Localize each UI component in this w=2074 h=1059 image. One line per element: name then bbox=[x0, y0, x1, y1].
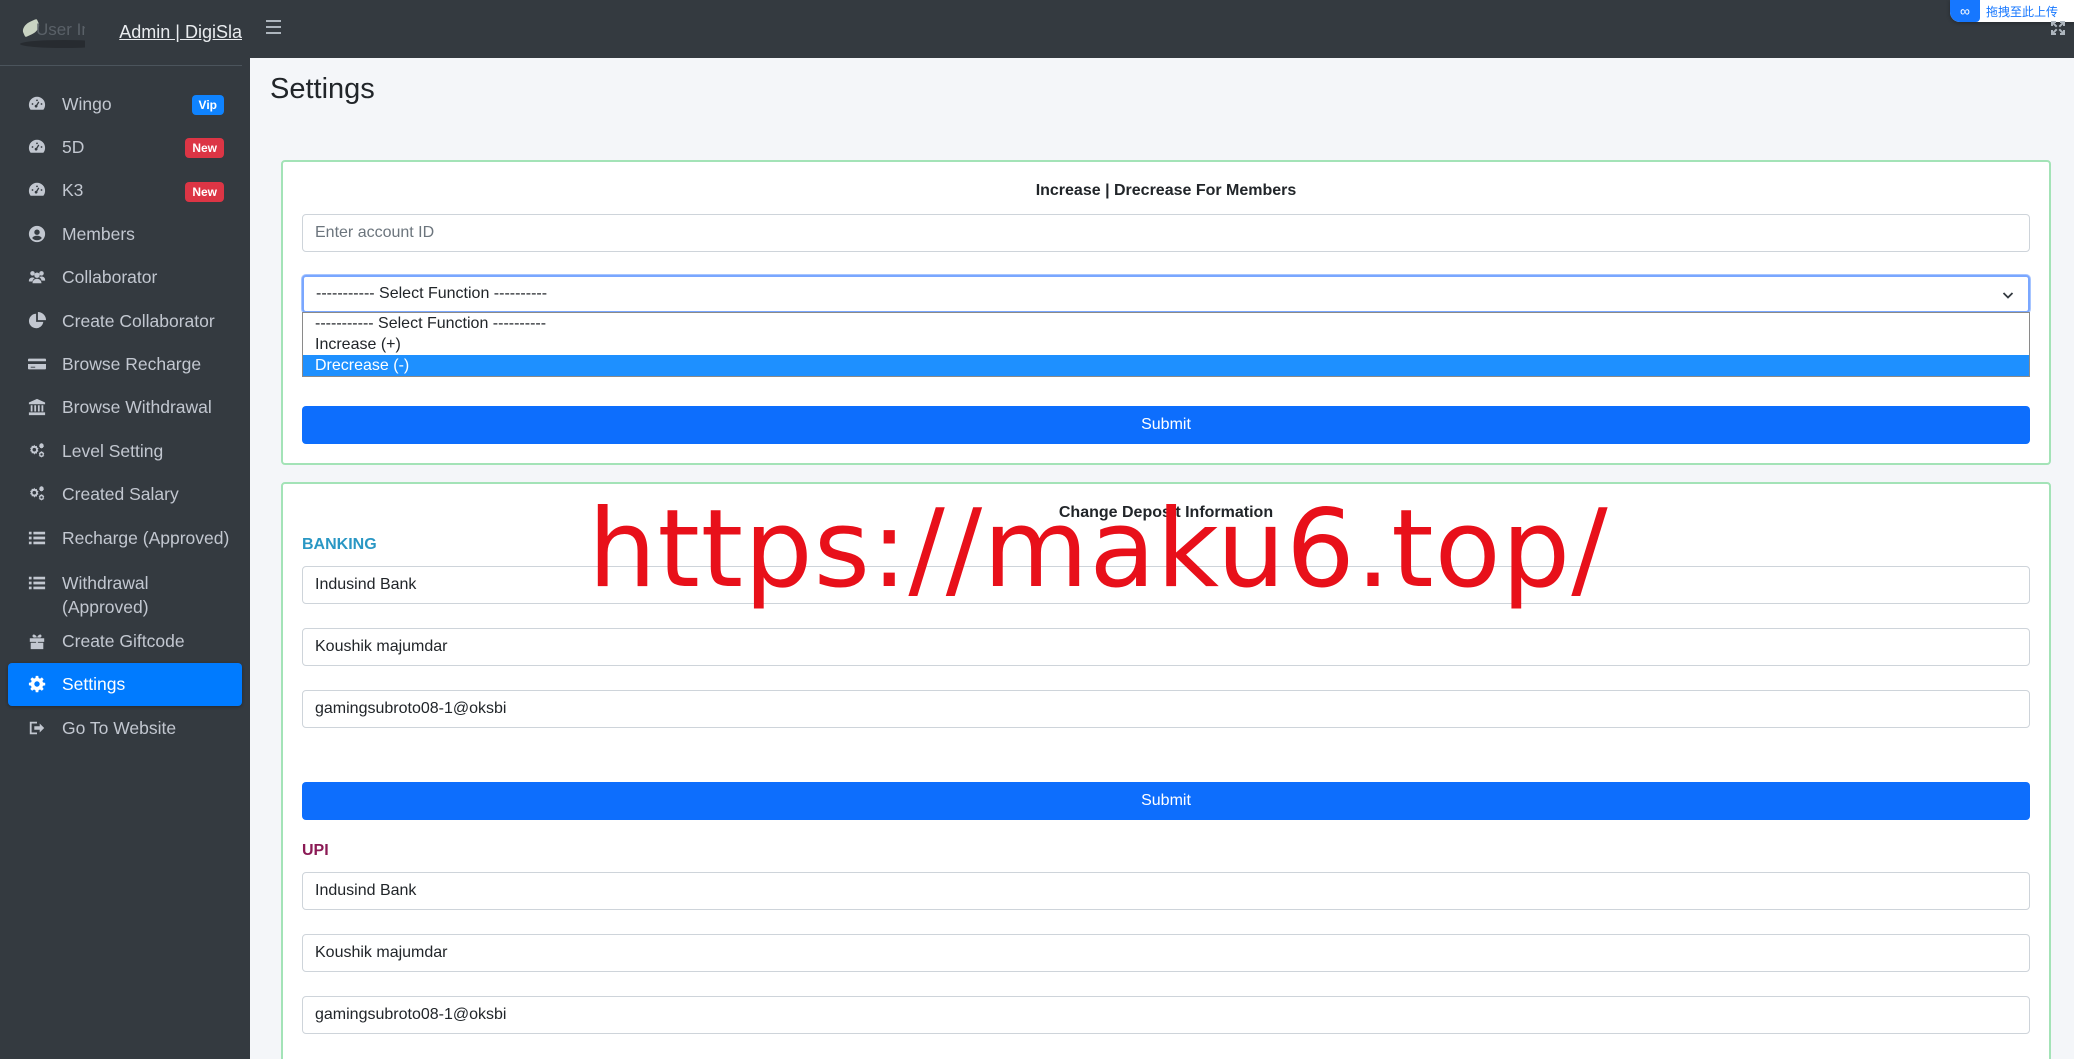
sidebar-item-label: Browse Withdrawal bbox=[62, 397, 212, 418]
sidebar-item-label: 5D bbox=[62, 137, 85, 158]
brand-link[interactable]: User Imag Admin | DigiSla bbox=[0, 0, 242, 66]
dropdown-option[interactable]: Increase (+) bbox=[303, 334, 2029, 355]
user-avatar-image: User Imag bbox=[20, 18, 86, 48]
sidebar-item-withdrawal-approved[interactable]: Withdrawal (Approved) bbox=[8, 559, 242, 619]
sidebar-item-create-collaborator[interactable]: Create Collaborator bbox=[8, 299, 242, 342]
sign-out-icon bbox=[26, 719, 48, 737]
url-watermark: https://maku6.top/ bbox=[588, 487, 1609, 612]
upi-bank-name-input[interactable]: Indusind Bank bbox=[302, 872, 2030, 910]
dropdown-option[interactable]: ----------- Select Function ---------- bbox=[303, 313, 2029, 334]
new-badge: New bbox=[185, 138, 224, 159]
upload-widget-text: 拖拽至此上传 bbox=[1986, 4, 2059, 19]
sidebar-item-label: K3 bbox=[62, 180, 84, 201]
fullscreen-icon[interactable] bbox=[2050, 20, 2066, 36]
dropdown-option-highlighted[interactable]: Drecrease (-) bbox=[303, 355, 2029, 376]
dashboard-icon bbox=[26, 95, 48, 113]
function-dropdown: ----------- Select Function ---------- I… bbox=[302, 312, 2030, 377]
upload-widget[interactable]: ∞ 拖拽至此上传 bbox=[1950, 0, 2074, 22]
sidebar-item-members[interactable]: Members bbox=[8, 212, 242, 255]
sidebar-item-label: Create Collaborator bbox=[62, 310, 215, 331]
sidebar: User Imag Admin | DigiSla Wingo Vip 5D N… bbox=[0, 0, 250, 1059]
sidebar-item-wingo[interactable]: Wingo Vip bbox=[8, 82, 242, 125]
top-navbar: ∞ 拖拽至此上传 bbox=[250, 0, 2074, 58]
sidebar-item-recharge-approved[interactable]: Recharge (Approved) bbox=[8, 516, 242, 559]
list-icon bbox=[26, 529, 48, 547]
sidebar-item-label: Level Setting bbox=[62, 440, 164, 461]
gift-icon bbox=[26, 632, 48, 650]
brand-text[interactable]: Admin | DigiSla bbox=[119, 22, 242, 43]
sidebar-nav: Wingo Vip 5D New K3 New Members Collabor… bbox=[0, 66, 250, 749]
banking-upi-id-input[interactable]: gamingsubroto08-1@oksbi bbox=[302, 690, 2030, 728]
list-icon bbox=[26, 574, 48, 592]
sidebar-item-label: Collaborator bbox=[62, 267, 158, 288]
sidebar-item-collaborator[interactable]: Collaborator bbox=[8, 256, 242, 299]
sidebar-item-label: Settings bbox=[62, 674, 126, 695]
dashboard-icon bbox=[26, 181, 48, 199]
bank-icon bbox=[26, 398, 48, 416]
avatar-alt-text: User Imag bbox=[36, 19, 85, 39]
sidebar-item-5d[interactable]: 5D New bbox=[8, 125, 242, 168]
sidebar-item-settings[interactable]: Settings bbox=[8, 662, 242, 707]
user-circle-icon bbox=[26, 225, 48, 243]
sidebar-item-browse-withdrawal[interactable]: Browse Withdrawal bbox=[8, 386, 242, 429]
cogs-icon bbox=[26, 442, 48, 460]
account-id-input[interactable]: Enter account ID bbox=[302, 214, 2030, 252]
member-adjust-title: Increase | Drecrease For Members bbox=[1035, 182, 1297, 199]
sidebar-item-label: Created Salary bbox=[62, 484, 179, 505]
upi-upi-id-input[interactable]: gamingsubroto08-1@oksbi bbox=[302, 996, 2030, 1034]
sidebar-item-k3[interactable]: K3 New bbox=[8, 169, 242, 212]
banking-section-label: BANKING bbox=[302, 536, 377, 553]
sidebar-item-create-giftcode[interactable]: Create Giftcode bbox=[8, 619, 242, 662]
users-icon bbox=[26, 268, 48, 286]
upi-section-label: UPI bbox=[302, 842, 329, 859]
cogs-icon bbox=[26, 485, 48, 503]
sidebar-item-label: Withdrawal (Approved) bbox=[62, 573, 149, 618]
sidebar-item-label: Go To Website bbox=[62, 717, 177, 738]
sidebar-item-label: Recharge (Approved) bbox=[62, 527, 230, 548]
sidebar-item-label: Create Giftcode bbox=[62, 630, 185, 651]
menu-toggle-icon[interactable] bbox=[266, 20, 281, 34]
sidebar-item-browse-recharge[interactable]: Browse Recharge bbox=[8, 342, 242, 385]
member-adjust-submit-button[interactable]: Submit bbox=[302, 406, 2030, 444]
gear-icon bbox=[26, 675, 48, 693]
cloud-upload-icon: ∞ bbox=[1950, 0, 1980, 22]
sidebar-item-label: Wingo bbox=[62, 93, 112, 114]
page-title: Settings bbox=[270, 73, 375, 105]
vip-badge: Vip bbox=[191, 95, 224, 115]
sidebar-item-created-salary[interactable]: Created Salary bbox=[8, 473, 242, 516]
member-adjust-card: Increase | Drecrease For Members Enter a… bbox=[281, 160, 2051, 465]
sidebar-item-label: Members bbox=[62, 223, 135, 244]
function-select[interactable]: ----------- Select Function ---------- bbox=[302, 275, 2030, 313]
chevron-down-icon bbox=[2002, 292, 2014, 299]
pie-chart-icon bbox=[26, 311, 48, 330]
sidebar-item-label: Browse Recharge bbox=[62, 354, 202, 375]
sidebar-item-level-setting[interactable]: Level Setting bbox=[8, 429, 242, 472]
dashboard-icon bbox=[26, 138, 48, 156]
banking-submit-button[interactable]: Submit bbox=[302, 782, 2030, 820]
banking-holder-name-input[interactable]: Koushik majumdar bbox=[302, 628, 2030, 666]
sidebar-item-go-to-website[interactable]: Go To Website bbox=[8, 706, 242, 749]
credit-card-icon bbox=[26, 355, 48, 373]
upi-holder-name-input[interactable]: Koushik majumdar bbox=[302, 934, 2030, 972]
new-badge: New bbox=[185, 181, 224, 202]
function-select-value: ----------- Select Function ---------- bbox=[316, 285, 548, 302]
